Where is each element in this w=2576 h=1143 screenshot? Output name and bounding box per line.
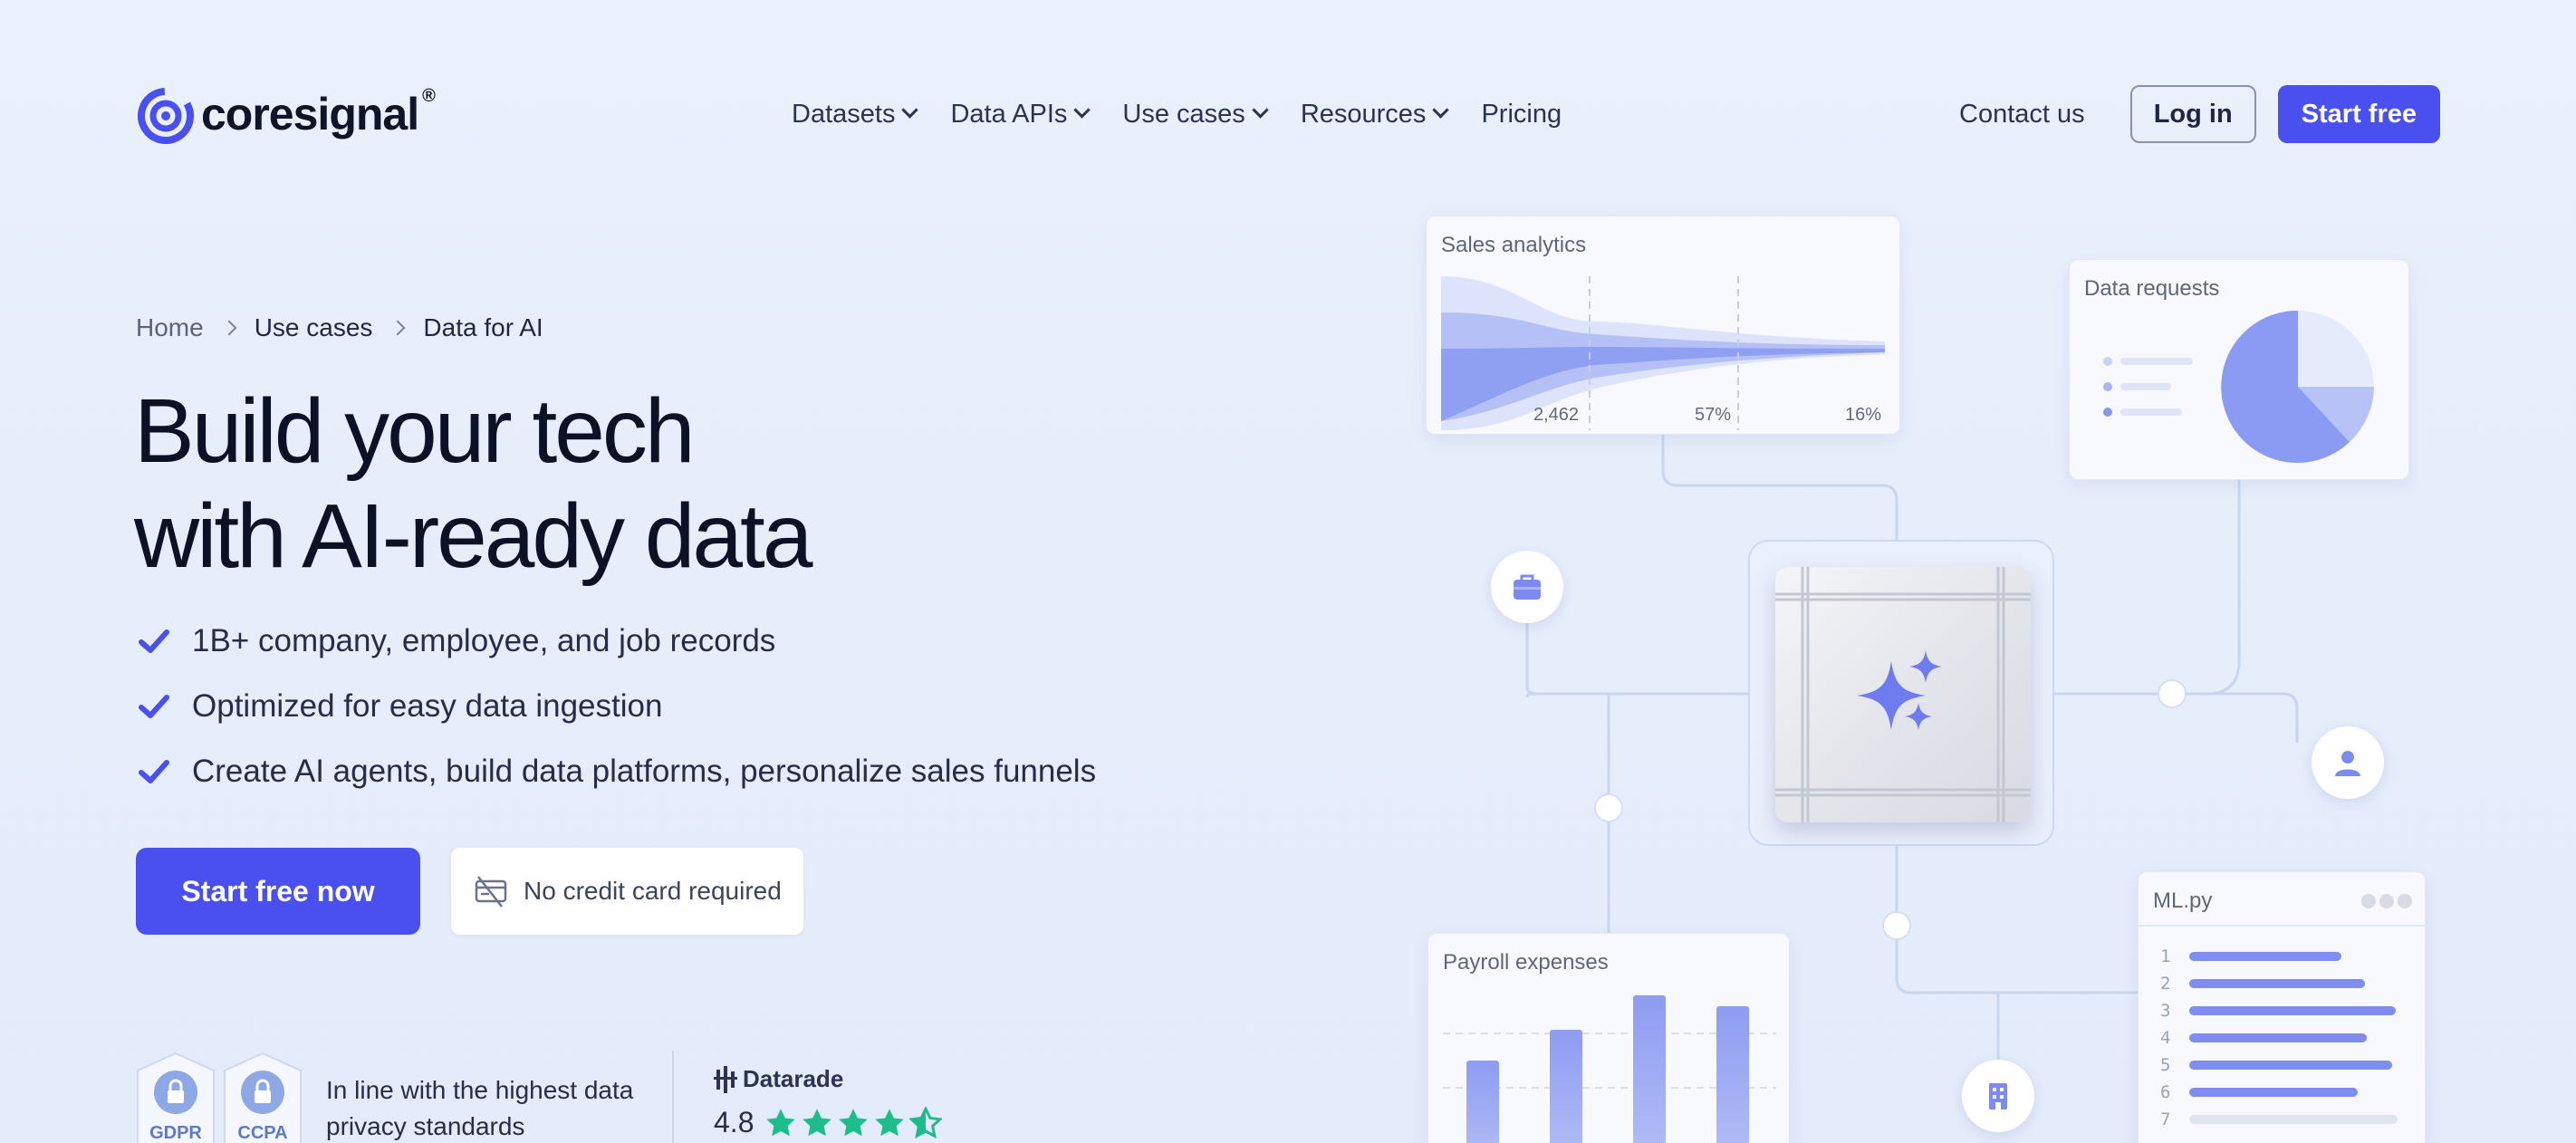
divider — [672, 1051, 674, 1143]
cta-row: Start free now No credit card required — [136, 848, 803, 935]
list-item: 1B+ company, employee, and job records — [136, 609, 1096, 674]
breadcrumb-current: Data for AI — [423, 313, 543, 341]
coresignal-logo-icon — [138, 88, 194, 144]
registered-mark: ® — [422, 85, 436, 106]
line-number: 4 — [2160, 1028, 2171, 1048]
connector-dot — [1594, 793, 1623, 822]
contact-us-link[interactable]: Contact us — [1959, 100, 2085, 130]
sales-stat: 2,462 — [1533, 405, 1580, 425]
feature-list: 1B+ company, employee, and job records O… — [136, 609, 1096, 804]
gdpr-badge: GDPR — [134, 1051, 217, 1143]
no-credit-card-text: No credit card required — [524, 877, 782, 905]
card-title: ML.py — [2153, 888, 2213, 913]
connector-dot — [2158, 679, 2187, 708]
chevron-right-icon — [389, 320, 406, 336]
building-node — [1962, 1060, 2034, 1132]
feature-text: Create AI agents, build data platforms, … — [192, 754, 1097, 789]
sales-stat: 57% — [1695, 405, 1732, 425]
user-node — [2312, 726, 2384, 799]
feature-text: Optimized for easy data ingestion — [192, 688, 663, 724]
breadcrumb: Home Use cases Data for AI — [136, 313, 543, 342]
payroll-expenses-card: Payroll expenses — [1427, 933, 1790, 1143]
sales-stat: 16% — [1845, 405, 1882, 425]
breadcrumb-use-cases[interactable]: Use cases — [255, 313, 373, 342]
nav-datasets-label: Datasets — [792, 99, 896, 129]
checkmark-icon — [139, 629, 169, 653]
rating-value: 4.8 — [714, 1106, 755, 1138]
page-title: Build your tech with AI-ready data — [134, 379, 1130, 589]
feature-text: 1B+ company, employee, and job records — [192, 623, 776, 658]
star-icon — [839, 1108, 869, 1136]
sales-analytics-card: Sales analytics 2,462 57% 16% — [1426, 216, 1900, 435]
star-rating — [764, 1106, 943, 1139]
breadcrumb-home[interactable]: Home — [136, 313, 204, 342]
logo-wordmark: coresignal — [201, 89, 419, 139]
user-icon — [2335, 751, 2360, 776]
nav-datasets[interactable]: Datasets — [792, 99, 919, 130]
nav-resources[interactable]: Resources — [1300, 99, 1450, 130]
nav-use-cases[interactable]: Use cases — [1122, 99, 1269, 130]
line-number: 2 — [2160, 974, 2171, 994]
nav-pricing-label: Pricing — [1481, 99, 1562, 129]
start-free-now-button[interactable]: Start free now — [136, 848, 420, 935]
nav-pricing[interactable]: Pricing — [1481, 100, 1562, 130]
hero-illustration: Sales analytics 2,462 57% 16% Data reque… — [1413, 208, 2446, 1143]
no-credit-card-note: No credit card required — [451, 848, 803, 935]
list-item: Create AI agents, build data platforms, … — [136, 739, 1096, 804]
nav-data-apis-label: Data APIs — [950, 99, 1068, 129]
trust-row: GDPR CCPA In line with the highest data … — [134, 1051, 943, 1143]
connector-dot — [1882, 911, 1911, 940]
briefcase-icon — [1514, 574, 1541, 600]
star-icon — [766, 1108, 796, 1136]
chevron-right-icon — [221, 320, 237, 336]
nav-actions: Contact us Log in Start free — [1959, 85, 2440, 143]
log-in-button[interactable]: Log in — [2129, 85, 2256, 143]
list-item: Optimized for easy data ingestion — [136, 674, 1096, 739]
chevron-down-icon — [901, 101, 919, 119]
checkmark-icon — [139, 760, 169, 783]
gdpr-label: GDPR — [149, 1123, 202, 1143]
datarade-logo-icon — [714, 1065, 737, 1093]
title-line-1: Build your tech — [134, 380, 695, 482]
datarade-logo: Datarade — [714, 1065, 942, 1093]
chevron-down-icon — [1432, 101, 1450, 119]
line-number: 5 — [2160, 1055, 2171, 1075]
chevron-down-icon — [1073, 101, 1091, 119]
main-menu: Datasets Data APIs Use cases Resources P… — [792, 91, 1562, 138]
star-icon — [875, 1108, 905, 1136]
start-free-button[interactable]: Start free — [2277, 85, 2440, 143]
datarade-name: Datarade — [743, 1065, 844, 1092]
nav-data-apis[interactable]: Data APIs — [950, 99, 1091, 130]
line-number: 3 — [2160, 1001, 2171, 1021]
ml-py-code-card: ML.py 1 2 3 4 5 6 7 — [2138, 871, 2427, 1143]
sparkles-icon — [1775, 567, 2031, 822]
building-icon — [1989, 1083, 2007, 1109]
line-number: 1 — [2160, 946, 2171, 966]
title-line-2: with AI-ready data — [134, 485, 812, 587]
ai-core-tile — [1775, 567, 2031, 822]
top-navbar: coresignal ® Datasets Data APIs Use case… — [0, 0, 2576, 228]
checkmark-icon — [139, 695, 169, 718]
rating-row: 4.8 — [714, 1106, 943, 1139]
line-number: 6 — [2160, 1082, 2171, 1102]
coresignal-logo[interactable]: coresignal ® — [136, 83, 437, 145]
card-title: Sales analytics — [1441, 233, 1587, 257]
nav-resources-label: Resources — [1300, 99, 1427, 129]
sales-funnel-chart — [1441, 276, 1885, 430]
ccpa-label: CCPA — [237, 1123, 288, 1143]
ccpa-badge: CCPA — [221, 1051, 304, 1143]
chevron-down-icon — [1252, 101, 1269, 119]
half-star-icon — [909, 1106, 943, 1138]
card-title: Payroll expenses — [1443, 950, 1609, 975]
data-requests-card: Data requests — [2069, 259, 2409, 480]
card-title: Data requests — [2084, 276, 2220, 301]
star-icon — [803, 1108, 832, 1136]
briefcase-node — [1491, 551, 1563, 623]
nav-use-cases-label: Use cases — [1122, 99, 1245, 129]
ai-core-box — [1748, 540, 2054, 846]
datarade-rating[interactable]: Datarade 4.8 — [714, 1065, 943, 1139]
line-number: 7 — [2160, 1109, 2171, 1129]
privacy-statement: In line with the highest data privacy st… — [326, 1076, 634, 1140]
no-credit-card-icon — [475, 876, 507, 908]
